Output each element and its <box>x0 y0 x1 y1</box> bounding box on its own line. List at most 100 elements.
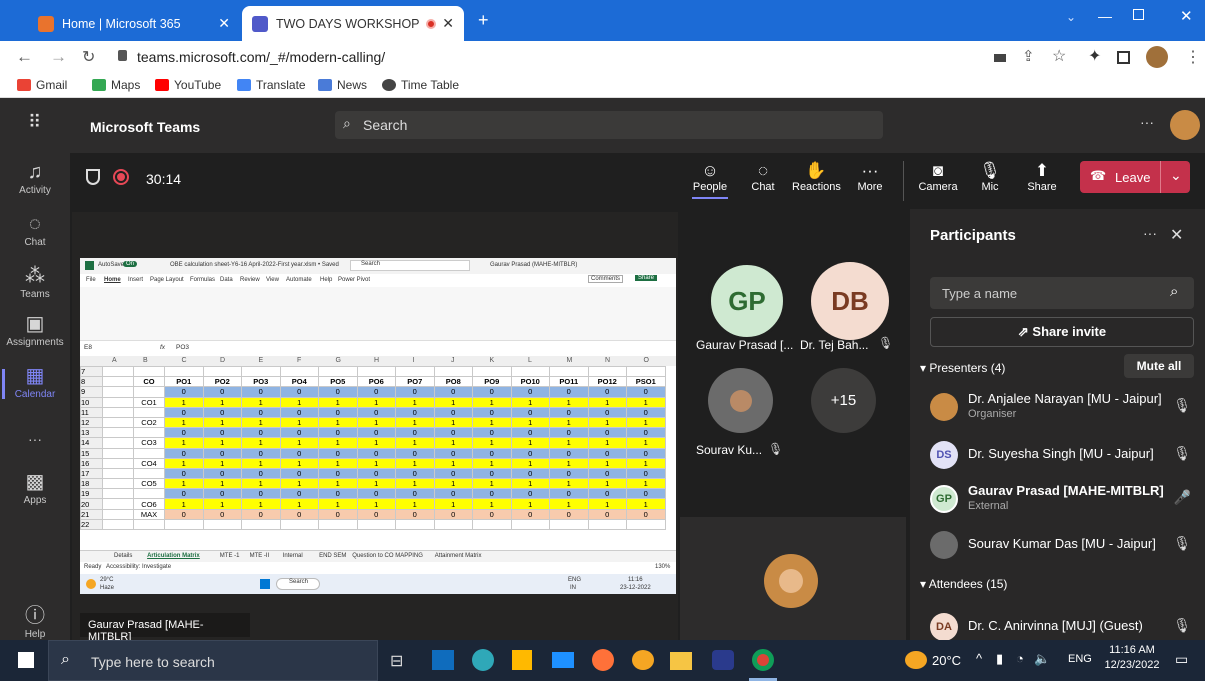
cell[interactable]: 1 <box>395 396 435 408</box>
cell[interactable] <box>102 437 134 449</box>
cell[interactable]: 0 <box>356 488 396 500</box>
bookmark-star-icon[interactable]: ☆ <box>1052 46 1066 66</box>
cell[interactable]: 1 <box>241 396 281 408</box>
cell[interactable]: 0 <box>241 508 281 520</box>
leave-button[interactable]: ☎ Leave ⌄ <box>1080 161 1190 193</box>
participant-row[interactable]: GP Gaurav Prasad [MAHE-MITBLR] External … <box>910 477 1205 521</box>
cell[interactable]: 0 <box>433 427 473 439</box>
cell[interactable]: 0 <box>472 488 512 500</box>
cell[interactable] <box>133 427 165 439</box>
cell[interactable]: 0 <box>395 427 435 439</box>
column-letter[interactable]: F <box>297 357 301 364</box>
participant-tile-avatar[interactable]: DB <box>811 262 889 340</box>
cell[interactable]: 1 <box>433 416 473 429</box>
cell[interactable] <box>472 518 512 531</box>
cell[interactable] <box>102 508 134 520</box>
tab-search-chevron-icon[interactable]: ⌄ <box>1066 10 1076 24</box>
cell[interactable]: 1 <box>510 396 550 408</box>
cell[interactable]: 1 <box>202 478 242 490</box>
row-number[interactable]: 15 <box>80 447 103 459</box>
cell[interactable] <box>587 518 627 531</box>
cell[interactable] <box>241 518 281 531</box>
close-icon[interactable]: ✕ <box>1170 225 1183 245</box>
cell[interactable]: 0 <box>279 467 319 480</box>
cell[interactable]: 0 <box>356 508 396 520</box>
volume-icon[interactable]: 🔈 <box>1034 651 1050 667</box>
windows-logo-icon[interactable] <box>260 579 270 589</box>
row-number[interactable]: 10 <box>80 396 103 408</box>
reactions-button[interactable]: ✋ Reactions <box>792 161 841 193</box>
cell[interactable]: 0 <box>626 508 666 520</box>
windows-start-icon[interactable] <box>18 652 34 668</box>
cell[interactable]: 0 <box>279 386 319 398</box>
cell[interactable]: 1 <box>318 416 358 429</box>
cell[interactable]: 1 <box>433 478 473 490</box>
cell[interactable] <box>164 518 204 531</box>
cell[interactable]: 0 <box>433 508 473 520</box>
cell[interactable] <box>395 365 435 378</box>
cell[interactable]: 0 <box>510 447 550 459</box>
cell[interactable]: 0 <box>395 386 435 398</box>
cell[interactable]: 0 <box>318 447 358 459</box>
rail-teams[interactable]: ⁂ Teams <box>0 265 70 300</box>
cell[interactable]: 0 <box>472 386 512 398</box>
cell[interactable] <box>102 406 134 418</box>
forward-arrow-icon[interactable]: → <box>50 47 67 67</box>
task-view-icon[interactable]: ⊟ <box>390 651 403 671</box>
cell[interactable] <box>202 518 242 531</box>
cell[interactable]: 0 <box>510 406 550 418</box>
cell[interactable] <box>102 457 134 469</box>
cell[interactable]: 0 <box>395 467 435 480</box>
cell[interactable]: 1 <box>472 478 512 490</box>
row-number[interactable]: 12 <box>80 416 103 429</box>
cell[interactable]: 0 <box>395 508 435 520</box>
app-launcher-icon[interactable]: ⠿ <box>28 112 41 133</box>
cell[interactable]: 1 <box>510 478 550 490</box>
cell[interactable]: 0 <box>626 488 666 500</box>
cell[interactable]: 0 <box>472 427 512 439</box>
cell[interactable]: 1 <box>164 478 204 490</box>
row-number[interactable]: 7 <box>80 365 103 378</box>
cell[interactable] <box>356 365 396 378</box>
teams-search-input[interactable]: ⌕ Search <box>335 111 883 139</box>
row-number[interactable]: 11 <box>80 406 103 418</box>
cell[interactable] <box>472 365 512 378</box>
column-letter[interactable]: G <box>336 357 341 364</box>
cell[interactable]: 0 <box>433 447 473 459</box>
chevron-down-icon[interactable]: ⌄ <box>1170 167 1182 184</box>
cell[interactable]: 1 <box>472 457 512 469</box>
cell[interactable] <box>510 518 550 531</box>
cell[interactable]: 0 <box>202 386 242 398</box>
cell[interactable]: 1 <box>587 396 627 408</box>
battery-icon[interactable]: ▮ <box>996 651 1003 667</box>
cell[interactable]: 0 <box>510 508 550 520</box>
sheet-tab[interactable]: MTE -1 <box>220 553 240 559</box>
cell[interactable]: CO5 <box>133 478 165 490</box>
cell[interactable]: 1 <box>202 416 242 429</box>
people-button[interactable]: ☺ People <box>692 161 728 199</box>
cell[interactable]: PO10 <box>510 376 550 388</box>
cell[interactable]: PSO1 <box>626 376 666 388</box>
cell[interactable]: PO5 <box>318 376 358 388</box>
cell[interactable]: 1 <box>202 396 242 408</box>
cell[interactable]: 1 <box>318 437 358 449</box>
cell[interactable]: 1 <box>164 396 204 408</box>
row-number[interactable]: 21 <box>80 508 103 520</box>
cell[interactable]: 1 <box>510 437 550 449</box>
column-letter[interactable]: C <box>182 357 187 364</box>
cell[interactable] <box>102 478 134 490</box>
excel-search-box[interactable]: Search <box>350 260 470 271</box>
cell[interactable]: 0 <box>279 488 319 500</box>
cell[interactable]: 0 <box>626 427 666 439</box>
more-options-icon[interactable]: ··· <box>1143 225 1157 241</box>
cell[interactable] <box>133 365 165 378</box>
cell[interactable] <box>102 518 134 531</box>
rail-calendar[interactable]: ▦ Calendar <box>0 365 70 400</box>
bookmark-youtube[interactable]: YouTube <box>155 78 221 92</box>
cell[interactable]: 1 <box>510 416 550 429</box>
cell[interactable]: 0 <box>549 406 589 418</box>
column-letter[interactable]: A <box>112 357 117 364</box>
cell[interactable]: 1 <box>549 416 589 429</box>
column-letter[interactable]: M <box>567 357 573 364</box>
column-letter[interactable]: D <box>220 357 225 364</box>
